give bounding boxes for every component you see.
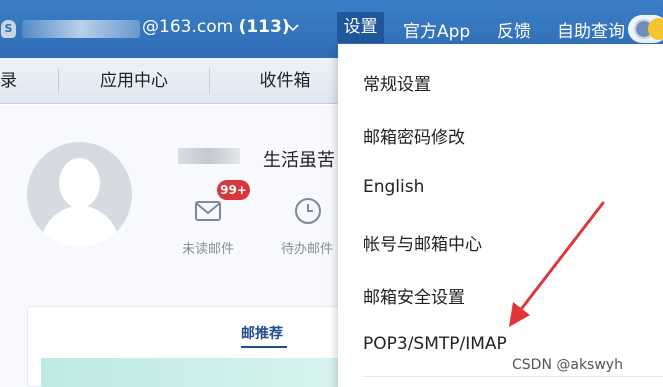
card-banner[interactable] bbox=[41, 358, 347, 387]
account-shield-icon: S bbox=[1, 20, 16, 38]
unread-badge: 99+ bbox=[217, 180, 250, 200]
account-email: @163.com bbox=[142, 17, 234, 37]
recommend-card: 邮推荐 bbox=[27, 306, 347, 387]
nav-tab-inbox[interactable]: 收件箱 bbox=[211, 58, 359, 104]
top-nav-feedback[interactable]: 反馈 bbox=[497, 17, 531, 42]
avatar[interactable] bbox=[27, 142, 132, 247]
menu-item-general-settings[interactable]: 常规设置 bbox=[363, 70, 431, 95]
tab-underline bbox=[241, 346, 287, 348]
menu-divider bbox=[363, 376, 663, 377]
nav-divider bbox=[209, 68, 210, 94]
tab-mail-recommend[interactable]: 邮推荐 bbox=[241, 323, 283, 343]
profile-name-redacted bbox=[178, 148, 240, 164]
nav-tab-app-center[interactable]: 应用中心 bbox=[60, 58, 208, 104]
menu-item-account-center[interactable]: 帐号与邮箱中心 bbox=[363, 230, 482, 255]
todo-mail-label: 待办邮件 bbox=[280, 242, 333, 257]
settings-dropdown: 常规设置 邮箱密码修改 English 帐号与邮箱中心 邮箱安全设置 POP3/… bbox=[338, 44, 663, 387]
account-unread-count: (113) bbox=[238, 17, 290, 37]
account-switcher[interactable]: @163.com (113) bbox=[142, 17, 290, 37]
account-username-redacted bbox=[22, 20, 140, 38]
unread-mail-label: 未读邮件 bbox=[181, 242, 234, 257]
menu-item-change-password[interactable]: 邮箱密码修改 bbox=[363, 123, 465, 148]
top-nav-self-service[interactable]: 自助查询 bbox=[557, 17, 625, 42]
top-nav-settings[interactable]: 设置 bbox=[337, 12, 384, 43]
clock-icon bbox=[295, 198, 321, 224]
menu-item-security-settings[interactable]: 邮箱安全设置 bbox=[363, 283, 465, 308]
chevron-down-icon[interactable] bbox=[287, 23, 299, 33]
user-circle-icon[interactable] bbox=[628, 15, 663, 43]
top-nav-official-app[interactable]: 官方App bbox=[403, 17, 470, 42]
mail-icon bbox=[195, 201, 221, 221]
menu-item-pop3-smtp-imap[interactable]: POP3/SMTP/IMAP bbox=[363, 334, 507, 354]
watermark: CSDN @akswyh bbox=[512, 357, 623, 373]
nav-divider bbox=[58, 68, 59, 94]
nav-tab-partial[interactable]: 录 bbox=[0, 58, 18, 104]
menu-item-english[interactable]: English bbox=[363, 177, 424, 197]
profile-name: 生活虽苦 bbox=[263, 150, 335, 171]
